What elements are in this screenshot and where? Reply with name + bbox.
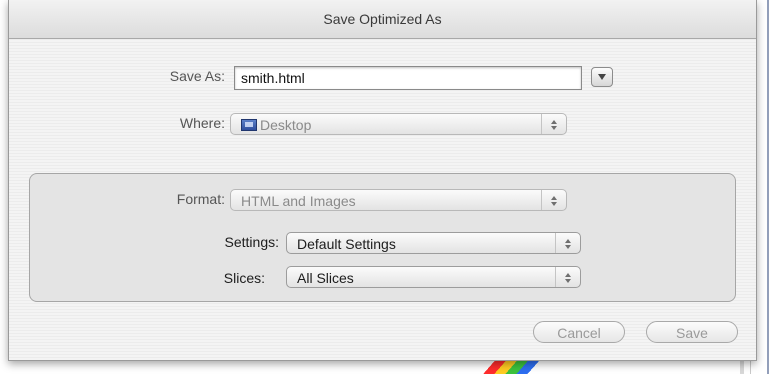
popup-arrows-icon xyxy=(541,114,566,134)
save-button[interactable]: Save xyxy=(646,321,738,343)
format-value: HTML and Images xyxy=(241,193,356,209)
format-label: Format: xyxy=(176,191,225,207)
save-as-field[interactable]: smith.html xyxy=(234,66,582,90)
background-divider xyxy=(767,0,769,374)
where-label: Where: xyxy=(179,115,225,131)
popup-arrows-icon xyxy=(555,233,580,253)
slices-value: All Slices xyxy=(297,270,354,286)
save-as-label: Save As: xyxy=(169,68,225,84)
where-value: Desktop xyxy=(260,117,312,133)
expand-browser-button[interactable] xyxy=(591,67,613,87)
where-popup[interactable]: Desktop xyxy=(230,113,567,135)
slices-label: Slices: xyxy=(223,270,265,286)
slices-popup[interactable]: All Slices xyxy=(286,266,581,288)
dialog-title: Save Optimized As xyxy=(9,0,756,39)
settings-popup[interactable]: Default Settings xyxy=(286,232,581,254)
popup-arrows-icon xyxy=(541,190,566,210)
settings-value: Default Settings xyxy=(297,236,396,252)
chevron-down-icon xyxy=(598,74,606,80)
cancel-button[interactable]: Cancel xyxy=(533,321,625,343)
format-popup[interactable]: HTML and Images xyxy=(230,189,567,211)
popup-arrows-icon xyxy=(555,267,580,287)
save-dialog: Save Optimized As Save As: smith.html Wh… xyxy=(8,0,757,361)
settings-label: Settings: xyxy=(224,234,279,250)
desktop-folder-icon xyxy=(241,119,257,131)
